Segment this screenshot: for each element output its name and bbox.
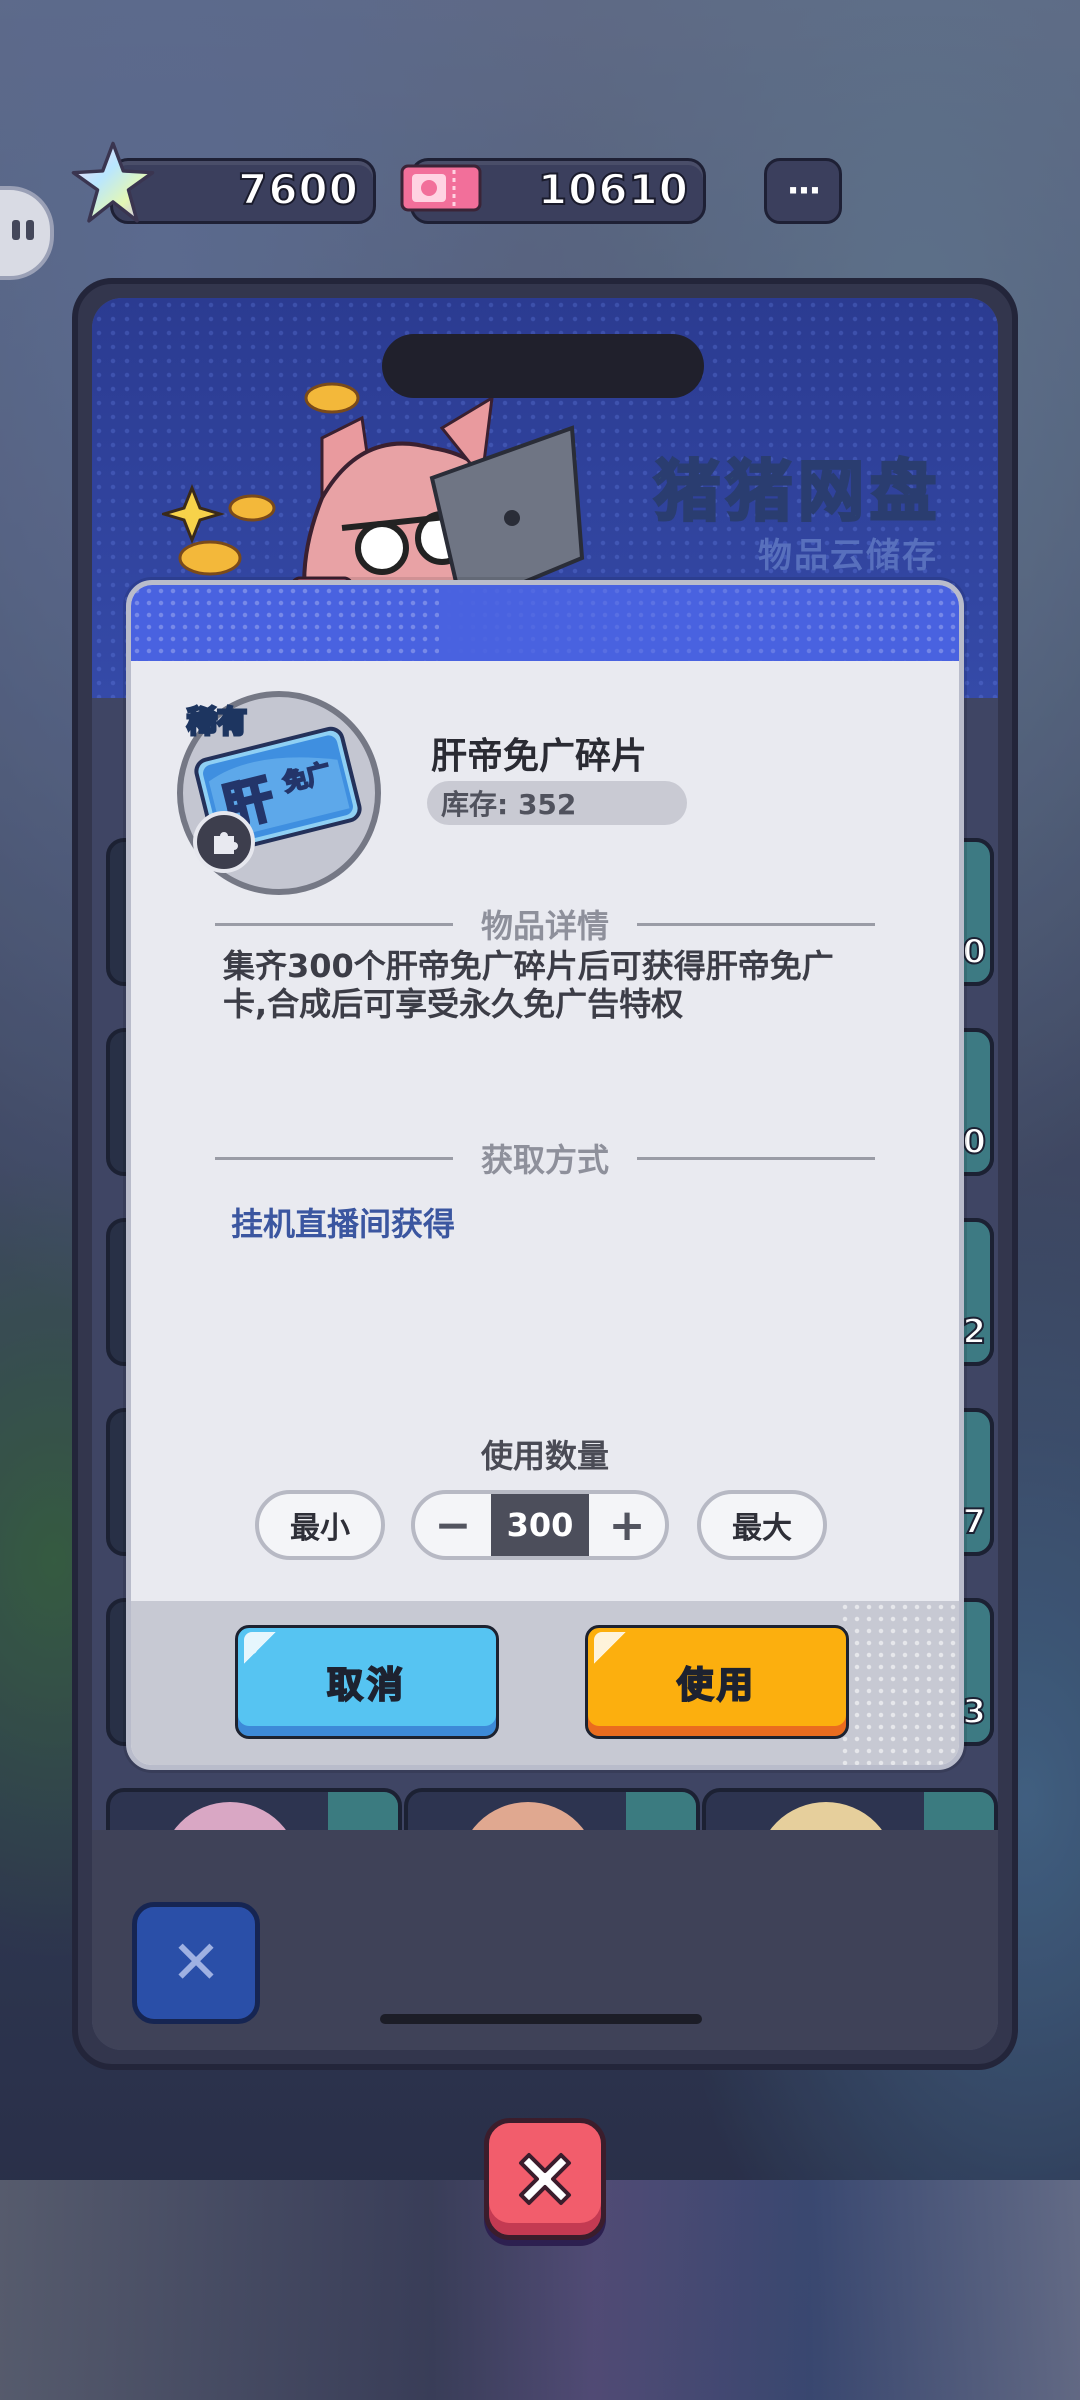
rarity-label: 稀有 [186,704,249,742]
item-detail-dialog: 肝 免广 稀有 肝帝免广碎片 库存: 352 物品详情 集齐300个肝帝免广碎片… [126,580,964,1770]
cancel-button-label: 取消 [326,1664,407,1707]
pause-bar-right [26,220,34,240]
item-description: 集齐300个肝帝免广碎片后可获得肝帝免广卡,合成后可享受永久免广告特权 [223,947,834,1023]
puzzle-icon [193,811,255,873]
cancel-button[interactable]: 取消 [235,1625,499,1739]
quantity-label: 使用数量 [480,1437,609,1475]
details-section-title: 物品详情 [215,901,875,947]
close-icon [519,2153,571,2205]
more-button[interactable]: ··· [764,158,842,224]
tickets-value: 10610 [537,164,689,215]
quantity-stepper: − 300 + [411,1490,669,1560]
footer-pattern [839,1601,959,1765]
min-quantity-button[interactable]: 最小 [255,1490,385,1560]
phone-close-button[interactable]: ✕ [132,1902,260,2024]
use-button-label: 使用 [676,1664,757,1707]
phone-notch [382,334,704,398]
banner-title: 猪猪网盘 [653,452,942,532]
more-icon: ··· [786,171,822,211]
stars-value: 7600 [237,164,359,215]
increase-button[interactable]: + [589,1494,665,1556]
button-highlight [594,1632,626,1664]
header-pattern-fade [439,585,959,661]
star-icon [71,141,155,223]
acquire-section-title: 获取方式 [215,1135,875,1181]
item-name: 肝帝免广碎片 [431,736,648,777]
acquire-method: 挂机直播间获得 [231,1205,456,1243]
ticket-icon [400,164,482,212]
home-indicator [380,2014,702,2024]
list-item-count: 3 [961,1691,987,1733]
button-highlight [244,1632,276,1664]
decrease-button[interactable]: − [415,1494,491,1556]
pause-bar-left [12,220,20,240]
close-icon: ✕ [170,1928,222,1998]
close-dialog-button[interactable] [484,2118,606,2240]
dialog-header [131,585,959,661]
max-quantity-button[interactable]: 最大 [697,1490,827,1560]
use-button[interactable]: 使用 [585,1625,849,1739]
quantity-value[interactable]: 300 [491,1494,589,1556]
stock-badge: 库存: 352 [427,781,687,825]
banner-subtitle: 物品云储存 [758,536,938,576]
